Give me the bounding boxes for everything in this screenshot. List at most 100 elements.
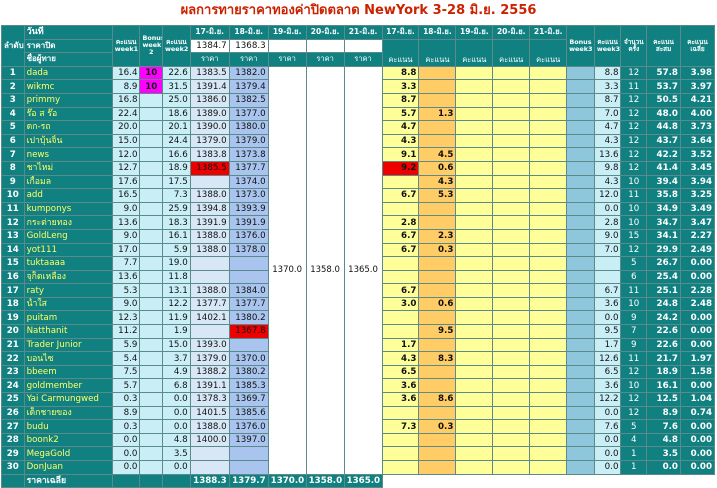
header-score-day-19: 19-มิ.ย. [455, 25, 494, 40]
rank-cell: 17 [1, 283, 25, 298]
week3-score: 6.7 [593, 283, 622, 298]
price-18: 1380.0 [228, 120, 269, 135]
week2-score: 18.3 [162, 215, 191, 230]
play-count: 9 [620, 310, 648, 326]
score-17: 8.7 [381, 92, 420, 108]
score-19 [455, 147, 494, 162]
player-name: raty [23, 283, 113, 298]
player-name: wikmc [23, 79, 113, 94]
close-price-18: 1368.3 [228, 38, 269, 54]
score-18: 8.6 [418, 392, 457, 407]
score-18 [418, 79, 457, 94]
average-score: 0.00 [679, 256, 716, 271]
shared-price-d20: 1358.0 [305, 65, 345, 475]
score-19 [455, 215, 494, 230]
header-score-day-20: 20-มิ.ย. [492, 25, 531, 40]
total-score: 34.9 [646, 201, 681, 217]
bonus-week2 [139, 215, 164, 230]
bonus-week2 [139, 256, 164, 271]
week2-score: 25.9 [162, 201, 191, 217]
header-week1: คะแนน week1 [111, 25, 141, 67]
score-20 [492, 378, 531, 394]
total-score: 3.5 [646, 446, 681, 461]
score-17: 9.1 [381, 147, 420, 162]
price-18: 1378.0 [228, 242, 269, 258]
footer-label: ราคาเฉลี่ย [23, 473, 113, 488]
week3-score: 4.7 [593, 120, 622, 135]
score-19 [455, 324, 494, 339]
bonus-week3 [566, 174, 595, 190]
player-name: kumponys [23, 201, 113, 217]
week3-score: 9.0 [593, 228, 622, 244]
header-score-day-17: 17-มิ.ย. [381, 25, 420, 40]
play-count: 1 [620, 446, 648, 461]
price-17: 1388.0 [189, 188, 230, 203]
week1-score: 7.7 [111, 256, 141, 271]
footer-empty [111, 473, 141, 488]
score-21 [529, 147, 568, 162]
footer-empty [382, 474, 715, 488]
player-name: dada [23, 65, 113, 81]
price-17: 1388.0 [189, 242, 230, 258]
bonus-week2 [139, 228, 164, 244]
score-17: 4.7 [381, 120, 420, 135]
bonus-week2 [139, 460, 164, 475]
score-19 [455, 242, 494, 258]
score-21 [529, 215, 568, 230]
header-week3: คะแนน week3 [593, 25, 622, 67]
week1-score: 7.5 [111, 364, 141, 380]
score-20 [492, 392, 531, 407]
price-17: 1401.5 [189, 405, 230, 421]
header-week2: คะแนน week2 [162, 25, 191, 67]
play-count: 12 [620, 65, 648, 81]
week3-score: 9.8 [593, 160, 622, 176]
score-18: 0.6 [418, 160, 457, 176]
bonus-week3 [566, 460, 595, 475]
score-18 [418, 269, 457, 285]
average-score: 3.73 [679, 120, 716, 135]
score-20 [492, 351, 531, 366]
price-18: 1382.5 [228, 92, 269, 108]
score-17: 1.7 [381, 337, 420, 353]
week1-score: 0.3 [111, 419, 141, 434]
week1-score: 0.0 [111, 432, 141, 448]
header-count: จำนวน ครั้ง [620, 25, 648, 67]
play-count: 12 [620, 392, 648, 407]
bonus-week3 [566, 147, 595, 162]
week3-score: 3.6 [593, 296, 622, 312]
average-score: 4.21 [679, 92, 716, 108]
score-21 [529, 310, 568, 326]
bonus-week3 [566, 419, 595, 434]
score-20 [492, 147, 531, 162]
score-20 [492, 256, 531, 271]
header-day-19: 19-มิ.ย. [267, 25, 307, 40]
rank-cell: 5 [1, 120, 25, 135]
score-19 [455, 405, 494, 421]
score-19 [455, 364, 494, 380]
week2-score: 15.0 [162, 337, 191, 353]
price-18: 1379.0 [228, 133, 269, 149]
rank-cell: 8 [1, 160, 25, 176]
score-20 [492, 133, 531, 149]
average-score: 3.97 [679, 79, 716, 94]
rank-cell: 23 [1, 364, 25, 380]
total-score: 25.4 [646, 269, 681, 285]
footer-avg-17: 1388.3 [189, 473, 230, 488]
score-17: 3.6 [381, 392, 420, 407]
score-19 [455, 201, 494, 217]
score-19 [455, 310, 494, 326]
player-name: bbeem [23, 364, 113, 380]
score-17 [381, 446, 420, 461]
score-17 [381, 269, 420, 285]
total-score: 53.7 [646, 79, 681, 94]
bonus-week3 [566, 446, 595, 461]
score-18 [418, 460, 457, 475]
week3-score: 2.8 [593, 215, 622, 230]
week1-score: 12.3 [111, 310, 141, 326]
price-17 [189, 460, 230, 475]
average-score: 0.00 [679, 460, 716, 475]
week1-score: 16.8 [111, 92, 141, 108]
price-17: 1383.5 [189, 65, 230, 81]
average-score: 3.64 [679, 133, 716, 149]
bonus-week2 [139, 201, 164, 217]
